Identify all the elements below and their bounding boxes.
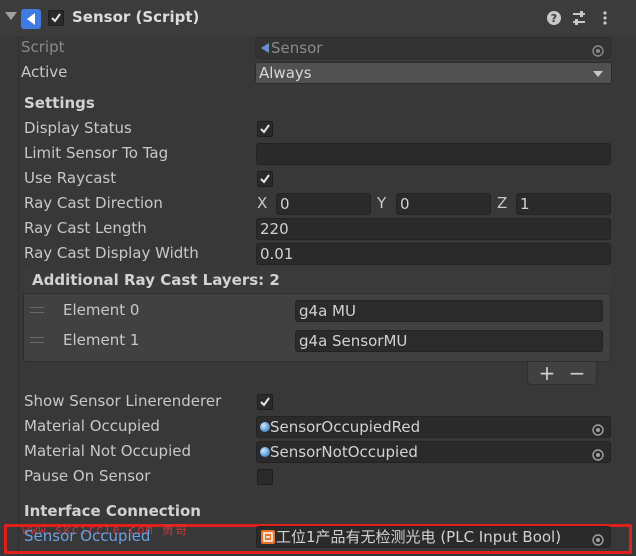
show-linerenderer-label: Show Sensor Linerenderer — [24, 392, 222, 410]
pause-on-sensor-label: Pause On Sensor — [24, 467, 151, 485]
material-not-occupied-field[interactable]: SensorNotOccupied — [256, 441, 611, 463]
kebab-menu-icon[interactable] — [597, 10, 613, 26]
drag-handle-icon[interactable] — [30, 337, 44, 343]
active-label: Active — [21, 63, 68, 81]
csharp-script-small-icon — [259, 39, 271, 53]
add-element-button[interactable]: + — [532, 362, 562, 384]
ray-direction-x-label: X — [257, 194, 268, 212]
object-picker-icon[interactable] — [592, 531, 604, 546]
ray-direction-z-label: Z — [497, 194, 508, 212]
material-occupied-value: SensorOccupiedRed — [270, 418, 421, 436]
interface-heading: Interface Connection — [24, 502, 201, 520]
material-occupied-field[interactable]: SensorOccupiedRed — [256, 416, 611, 438]
sensor-occupied-value: 工位1产品有无检测光电 (PLC Input Bool) — [276, 528, 562, 546]
presets-icon[interactable] — [571, 10, 587, 26]
limit-tag-label: Limit Sensor To Tag — [24, 144, 169, 162]
ray-length-input[interactable]: 220 — [256, 218, 611, 240]
use-raycast-checkbox[interactable] — [257, 171, 273, 187]
ray-direction-z-input[interactable]: 1 — [516, 193, 611, 215]
component-title: Sensor (Script) — [72, 8, 200, 26]
element-0-label: Element 0 — [63, 301, 140, 319]
element-0-input[interactable]: g4a MU — [295, 300, 603, 322]
drag-handle-icon[interactable] — [30, 307, 44, 313]
limit-tag-input[interactable] — [256, 143, 611, 165]
material-icon — [260, 422, 270, 432]
active-dropdown[interactable]: Always — [255, 62, 612, 84]
help-icon[interactable]: ? — [546, 10, 562, 26]
ray-width-label: Ray Cast Display Width — [24, 244, 199, 262]
csharp-script-icon — [20, 8, 42, 30]
use-raycast-label: Use Raycast — [24, 169, 117, 187]
foldout-arrow-icon[interactable] — [5, 12, 17, 20]
object-picker-icon[interactable] — [592, 42, 604, 57]
ray-direction-y-label: Y — [377, 194, 387, 212]
settings-heading: Settings — [24, 94, 95, 112]
sensor-occupied-label: Sensor Occupied — [24, 527, 151, 545]
object-picker-icon[interactable] — [592, 421, 604, 436]
script-value: Sensor — [271, 39, 323, 57]
element-1-label: Element 1 — [63, 331, 140, 349]
object-picker-icon[interactable] — [592, 446, 604, 461]
script-field[interactable]: Sensor — [255, 37, 611, 59]
sensor-occupied-field[interactable]: 工位1产品有无检测光电 (PLC Input Bool) — [256, 526, 611, 548]
list-add-remove-footer: + − — [527, 362, 597, 385]
material-not-occupied-label: Material Not Occupied — [24, 442, 191, 460]
raycast-layers-heading: Additional Ray Cast Layers: 2 — [32, 271, 280, 289]
display-status-label: Display Status — [24, 119, 132, 137]
material-not-occupied-value: SensorNotOccupied — [270, 443, 418, 461]
ray-direction-y-input[interactable]: 0 — [396, 193, 491, 215]
ray-direction-x-input[interactable]: 0 — [276, 193, 371, 215]
ray-direction-label: Ray Cast Direction — [24, 194, 163, 212]
indent-divider — [18, 36, 19, 556]
pause-on-sensor-checkbox[interactable] — [257, 469, 273, 485]
active-value: Always — [259, 64, 312, 82]
material-occupied-label: Material Occupied — [24, 417, 160, 435]
element-1-input[interactable]: g4a SensorMU — [295, 330, 603, 352]
remove-element-button[interactable]: − — [562, 362, 592, 384]
svg-text:?: ? — [551, 12, 557, 25]
script-label: Script — [21, 38, 65, 56]
component-enabled-checkbox[interactable] — [48, 10, 64, 26]
ray-length-label: Ray Cast Length — [24, 219, 147, 237]
ray-width-input[interactable]: 0.01 — [256, 243, 611, 265]
dropdown-arrow-icon — [593, 71, 603, 77]
material-icon — [260, 447, 270, 457]
display-status-checkbox[interactable] — [257, 121, 273, 137]
plc-signal-icon — [261, 530, 275, 544]
show-linerenderer-checkbox[interactable] — [257, 394, 273, 410]
